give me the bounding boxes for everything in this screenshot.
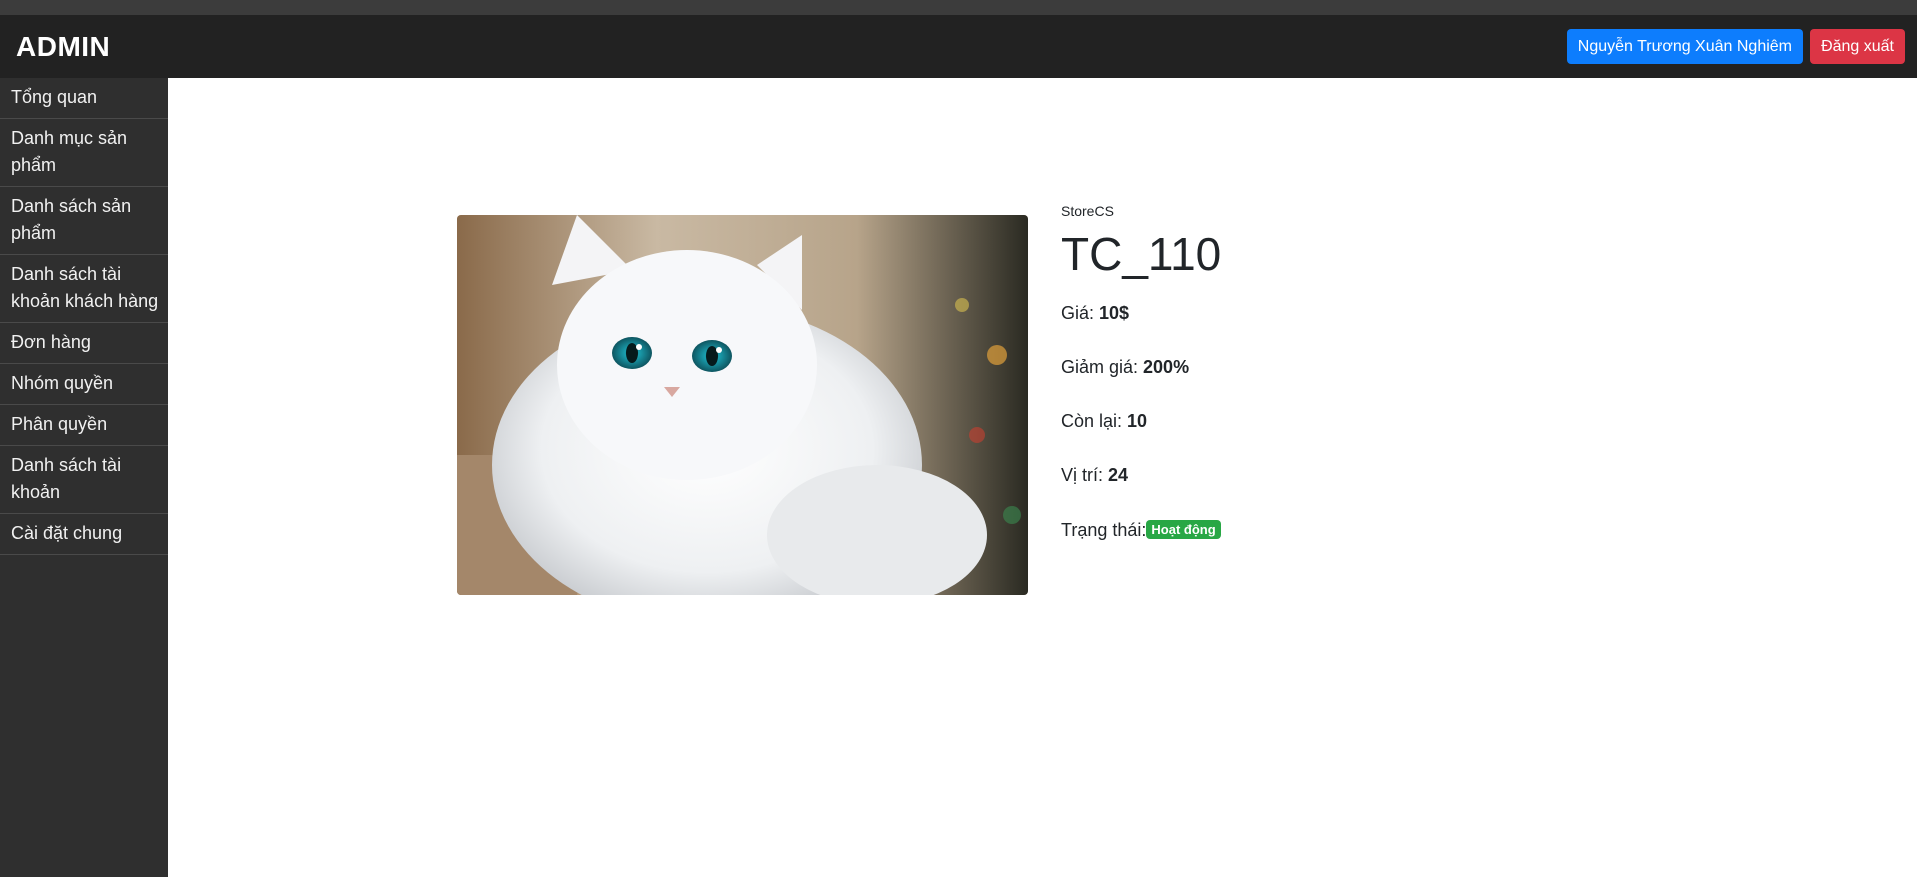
status-row: Trạng thái: Hoạt động: [1061, 520, 1221, 541]
sidebar-item-overview[interactable]: Tổng quan: [0, 78, 168, 119]
sidebar-item-roles[interactable]: Nhóm quyền: [0, 364, 168, 405]
position-label: Vị trí:: [1061, 465, 1109, 485]
sidebar-item-permissions[interactable]: Phân quyền: [0, 405, 168, 446]
price-row: Giá: 10$: [1061, 303, 1129, 324]
discount-row: Giảm giá: 200%: [1061, 357, 1189, 378]
position-value: 24: [1108, 465, 1129, 485]
product-title: TC_110: [1061, 228, 1222, 280]
top-navbar: ADMIN Nguyễn Trương Xuân Nghiêm Đăng xuấ…: [0, 15, 1917, 78]
logout-button[interactable]: Đăng xuất: [1810, 29, 1905, 64]
status-label: Trạng thái:: [1061, 520, 1147, 540]
position-row: Vị trí: 24: [1061, 465, 1128, 486]
sidebar-item-settings[interactable]: Cài đặt chung: [0, 514, 168, 555]
stock-value: 10: [1127, 411, 1148, 431]
discount-value: 200%: [1143, 357, 1190, 377]
brand-logo[interactable]: ADMIN: [16, 15, 110, 78]
sidebar-item-orders[interactable]: Đơn hàng: [0, 323, 168, 364]
sidebar-item-product-list[interactable]: Danh sách sản phẩm: [0, 187, 168, 255]
stock-row: Còn lại: 10: [1061, 411, 1147, 432]
stock-label: Còn lại:: [1061, 411, 1128, 431]
product-image: [457, 215, 1028, 595]
sidebar-item-customer-accounts[interactable]: Danh sách tài khoản khách hàng: [0, 255, 168, 323]
window-top-strip: [0, 0, 1917, 15]
sidebar: Tổng quan Danh mục sản phẩm Danh sách sả…: [0, 78, 168, 877]
store-name: StoreCS: [1061, 203, 1114, 219]
status-badge: Hoạt động: [1146, 520, 1221, 539]
price-value: 10$: [1099, 303, 1130, 323]
sidebar-item-accounts[interactable]: Danh sách tài khoản: [0, 446, 168, 514]
price-label: Giá:: [1061, 303, 1100, 323]
main-content: StoreCS TC_110 Giá: 10$ Giảm giá: 200% C…: [168, 78, 1917, 877]
user-profile-button[interactable]: Nguyễn Trương Xuân Nghiêm: [1566, 29, 1803, 64]
discount-label: Giảm giá:: [1061, 357, 1144, 377]
sidebar-item-product-categories[interactable]: Danh mục sản phẩm: [0, 119, 168, 187]
